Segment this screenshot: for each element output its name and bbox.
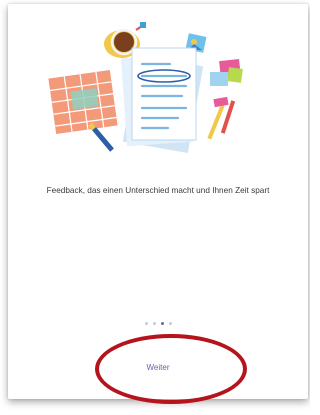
onboarding-caption: Feedback, das einen Unterschied macht un… [46,186,270,195]
sticky-note-icon [210,59,243,86]
screen: Feedback, das einen Unterschied macht un… [0,0,310,415]
pagination-dots [8,322,308,325]
document-stack-icon [121,47,204,154]
feedback-illustration [48,22,243,154]
spreadsheet-icon [48,69,118,135]
pencil-icon [207,96,236,140]
pagination-dot[interactable] [152,322,156,325]
next-button[interactable]: Weiter [128,360,188,374]
pagination-dot-active[interactable] [160,322,164,325]
pagination-dot[interactable] [144,322,148,325]
onboarding-card: Feedback, das einen Unterschied macht un… [8,4,308,399]
pagination-dot[interactable] [168,322,172,325]
